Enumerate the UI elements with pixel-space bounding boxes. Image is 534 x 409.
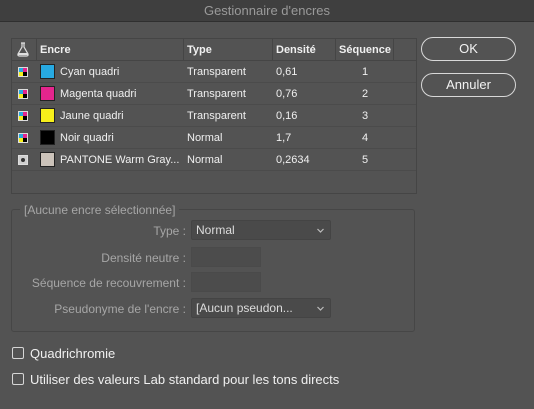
lab-values-checkbox-row[interactable]: Utiliser des valeurs Lab standard pour l… <box>12 371 339 387</box>
ink-density: 0,61 <box>276 66 298 78</box>
ink-sequence: 5 <box>361 154 369 166</box>
spot-ink-icon <box>18 155 28 165</box>
ink-type: Normal <box>187 132 223 144</box>
ink-rows: Cyan quadri Transparent 0,61 1 Magenta q… <box>12 61 416 171</box>
process-ink-icon <box>18 89 28 99</box>
ink-type: Normal <box>187 154 223 166</box>
sequence-column-header[interactable]: Séquence <box>339 39 391 61</box>
flask-icon <box>17 42 29 57</box>
ink-settings-group-title: [Aucune encre sélectionnée] <box>20 203 180 217</box>
window-title-bar: Gestionnaire d'encres <box>0 0 534 22</box>
ink-name: Jaune quadri <box>60 110 124 122</box>
trap-sequence-field <box>191 272 261 292</box>
ink-sequence: 3 <box>361 110 369 122</box>
window-title: Gestionnaire d'encres <box>203 3 331 18</box>
ink-density: 0,16 <box>276 110 298 122</box>
ink-alias-label: Pseudonyme de l'encre : <box>54 302 186 316</box>
ink-type: Transparent <box>187 66 246 78</box>
ink-swatch <box>40 152 55 167</box>
type-label: Type : <box>153 224 186 238</box>
ink-density: 0,2634 <box>276 154 310 166</box>
table-row[interactable]: PANTONE Warm Gray... Normal 0,2634 5 <box>12 149 416 171</box>
table-header: Encre Type Densité Séquence <box>12 39 416 61</box>
type-select[interactable]: Normal <box>191 220 331 240</box>
ink-type: Transparent <box>187 88 246 100</box>
ink-density: 0,76 <box>276 88 298 100</box>
table-row[interactable]: Jaune quadri Transparent 0,16 3 <box>12 105 416 127</box>
process-ink-icon <box>18 67 28 77</box>
ink-density: 1,7 <box>276 132 292 144</box>
ink-sequence: 4 <box>361 132 369 144</box>
ink-swatch <box>40 64 55 79</box>
ink-type: Transparent <box>187 110 246 122</box>
ink-kind-column-header[interactable] <box>12 39 36 61</box>
ink-alias-select-value: [Aucun pseudon... <box>196 301 293 315</box>
neutral-density-field <box>191 247 261 267</box>
ink-swatch <box>40 86 55 101</box>
ok-button[interactable]: OK <box>421 37 516 61</box>
chevron-down-icon <box>317 228 324 233</box>
ink-swatch <box>40 130 55 145</box>
table-row[interactable]: Magenta quadri Transparent 0,76 2 <box>12 83 416 105</box>
ink-alias-select[interactable]: [Aucun pseudon... <box>191 298 331 318</box>
table-row[interactable]: Cyan quadri Transparent 0,61 1 <box>12 61 416 83</box>
ink-name: Cyan quadri <box>60 66 120 78</box>
ink-sequence: 2 <box>361 88 369 100</box>
process-ink-icon <box>18 133 28 143</box>
trap-sequence-label: Séquence de recouvrement : <box>31 276 186 290</box>
ink-kind-cell <box>12 149 36 171</box>
neutral-density-label: Densité neutre : <box>101 251 186 265</box>
lab-values-checkbox-label[interactable]: Utiliser des valeurs Lab standard pour l… <box>30 372 339 387</box>
ink-column-header[interactable]: Encre <box>40 39 182 61</box>
density-column-header[interactable]: Densité <box>276 39 336 61</box>
ink-name: Magenta quadri <box>60 88 137 100</box>
ink-name: PANTONE Warm Gray... <box>60 154 180 166</box>
ink-name: Noir quadri <box>60 132 114 144</box>
chevron-down-icon <box>317 306 324 311</box>
process-checkbox-label[interactable]: Quadrichromie <box>30 346 115 361</box>
type-column-header[interactable]: Type <box>187 39 272 61</box>
process-checkbox[interactable] <box>12 347 24 359</box>
table-row[interactable]: Noir quadri Normal 1,7 4 <box>12 127 416 149</box>
ink-kind-cell <box>12 83 36 105</box>
ink-list-table[interactable]: Encre Type Densité Séquence Cyan quadri … <box>11 38 417 194</box>
type-select-value: Normal <box>196 223 235 237</box>
ink-kind-cell <box>12 105 36 127</box>
ink-swatch <box>40 108 55 123</box>
lab-values-checkbox[interactable] <box>12 373 24 385</box>
process-ink-icon <box>18 111 28 121</box>
process-checkbox-row[interactable]: Quadrichromie <box>12 345 115 361</box>
ink-sequence: 1 <box>361 66 369 78</box>
ink-kind-cell <box>12 127 36 149</box>
cancel-button[interactable]: Annuler <box>421 73 516 97</box>
ink-kind-cell <box>12 61 36 83</box>
